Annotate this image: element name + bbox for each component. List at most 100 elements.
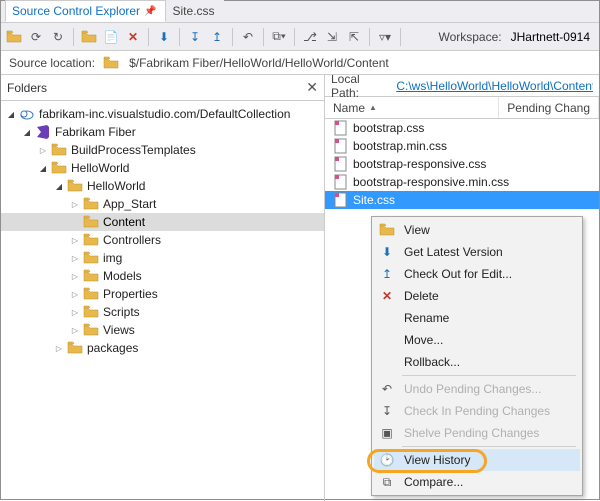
- separator: [263, 28, 264, 46]
- tree-appstart[interactable]: App_Start: [1, 195, 324, 213]
- css-file-icon: [333, 157, 349, 171]
- tree-bpt[interactable]: BuildProcessTemplates: [1, 141, 324, 159]
- column-pending[interactable]: Pending Chang: [499, 97, 599, 118]
- toolbar: ⟳ ↻ 📄 ✕ ⬇ ↧ ↥ ↶ ⧉▾ ⎇ ⇲ ⇱ ▿▾ Workspace: J…: [1, 23, 599, 51]
- tree-models[interactable]: Models: [1, 267, 324, 285]
- tree-controllers[interactable]: Controllers: [1, 231, 324, 249]
- ctx-checkout[interactable]: ↥Check Out for Edit...: [374, 263, 580, 285]
- compare-icon[interactable]: ⧉▾: [270, 28, 288, 46]
- tree-helloworld[interactable]: HelloWorld: [1, 159, 324, 177]
- separator: [400, 28, 401, 46]
- blank-icon: [378, 354, 396, 370]
- ctx-shelve: ▣Shelve Pending Changes: [374, 422, 580, 444]
- nav-folder-icon[interactable]: [5, 28, 23, 46]
- tree-helloworld-inner[interactable]: HelloWorld: [1, 177, 324, 195]
- ctx-compare[interactable]: ⧉Compare...: [374, 471, 580, 493]
- checkin-icon[interactable]: ↧: [186, 28, 204, 46]
- folder-icon: [51, 143, 67, 157]
- column-name[interactable]: Name▲: [325, 97, 499, 118]
- css-file-icon: [333, 121, 349, 135]
- css-file-icon: [333, 175, 349, 189]
- checkout-icon[interactable]: ↥: [208, 28, 226, 46]
- shelve-icon: ▣: [378, 425, 396, 441]
- separator: [402, 446, 576, 447]
- folder-icon: [103, 56, 119, 70]
- add-file-icon[interactable]: 📄: [102, 28, 120, 46]
- history-icon: 🕑: [378, 452, 396, 468]
- add-folder-icon[interactable]: [80, 28, 98, 46]
- file-row-selected[interactable]: Site.css: [325, 191, 599, 209]
- context-menu: View ⬇Get Latest Version ↥Check Out for …: [371, 216, 583, 496]
- blank-icon: [378, 332, 396, 348]
- filter-icon[interactable]: ▿▾: [376, 28, 394, 46]
- source-location-label: Source location:: [9, 56, 95, 70]
- local-path-bar: Local Path: C:\ws\HelloWorld\HelloWorld\…: [325, 75, 599, 97]
- folders-header: Folders ✕: [1, 75, 324, 101]
- workspace-dropdown[interactable]: JHartnett-0914: [506, 27, 595, 47]
- folders-title: Folders: [7, 81, 47, 95]
- file-row[interactable]: bootstrap.min.css: [325, 137, 599, 155]
- tab-bar: Source Control Explorer 📌 Site.css: [1, 1, 599, 23]
- ctx-delete[interactable]: ✕Delete: [374, 285, 580, 307]
- file-columns: Name▲ Pending Chang: [325, 97, 599, 119]
- sort-asc-icon: ▲: [369, 103, 377, 112]
- tree-views[interactable]: Views: [1, 321, 324, 339]
- folder-icon: [83, 251, 99, 265]
- sync-icon[interactable]: ⟳: [27, 28, 45, 46]
- compare-icon: ⧉: [378, 474, 396, 490]
- tree-packages[interactable]: packages: [1, 339, 324, 357]
- folder-icon: [51, 161, 67, 175]
- file-row[interactable]: bootstrap-responsive.min.css: [325, 173, 599, 191]
- tree-scripts[interactable]: Scripts: [1, 303, 324, 321]
- ctx-rollback[interactable]: Rollback...: [374, 351, 580, 373]
- close-icon[interactable]: ✕: [306, 79, 318, 96]
- pin-icon[interactable]: 📌: [144, 6, 156, 17]
- separator: [73, 28, 74, 46]
- tree-properties[interactable]: Properties: [1, 285, 324, 303]
- undo-icon[interactable]: ↶: [239, 28, 257, 46]
- css-file-icon: [333, 193, 349, 207]
- source-location-path[interactable]: $/Fabrikam Fiber/HelloWorld/HelloWorld/C…: [129, 56, 389, 70]
- tree-root[interactable]: fabrikam-inc.visualstudio.com/DefaultCol…: [1, 105, 324, 123]
- ctx-get-latest[interactable]: ⬇Get Latest Version: [374, 241, 580, 263]
- ctx-view-history[interactable]: 🕑View History: [374, 449, 580, 471]
- folder-icon: [83, 287, 99, 301]
- vs-icon: [35, 125, 51, 139]
- file-row[interactable]: bootstrap-responsive.css: [325, 155, 599, 173]
- checkin-icon: ↧: [378, 403, 396, 419]
- folder-icon: [83, 305, 99, 319]
- folders-pane: Folders ✕ fabrikam-inc.visualstudio.com/…: [1, 75, 325, 501]
- folder-icon: [83, 233, 99, 247]
- separator: [369, 28, 370, 46]
- folder-icon: [83, 269, 99, 283]
- ctx-checkin: ↧Check In Pending Changes: [374, 400, 580, 422]
- tab-site-css[interactable]: Site.css: [166, 0, 224, 22]
- tree-content[interactable]: Content: [1, 213, 324, 231]
- folder-icon: [83, 215, 99, 229]
- get-latest-icon[interactable]: ⬇: [155, 28, 173, 46]
- branch-icon[interactable]: ⎇: [301, 28, 319, 46]
- merge-icon[interactable]: ⇲: [323, 28, 341, 46]
- label-icon[interactable]: ⇱: [345, 28, 363, 46]
- workspace-label: Workspace:: [438, 30, 501, 44]
- tab-source-control-explorer[interactable]: Source Control Explorer 📌: [5, 0, 166, 22]
- folder-icon: [83, 197, 99, 211]
- separator: [294, 28, 295, 46]
- ctx-move[interactable]: Move...: [374, 329, 580, 351]
- folder-tree: fabrikam-inc.visualstudio.com/DefaultCol…: [1, 101, 324, 501]
- local-path-link[interactable]: C:\ws\HelloWorld\HelloWorld\Content: [396, 79, 593, 93]
- undo-icon: ↶: [378, 381, 396, 397]
- ctx-undo: ↶Undo Pending Changes...: [374, 378, 580, 400]
- separator: [402, 375, 576, 376]
- refresh-icon[interactable]: ↻: [49, 28, 67, 46]
- folder-icon: [67, 179, 83, 193]
- cloud-icon: [19, 107, 35, 121]
- tree-img[interactable]: img: [1, 249, 324, 267]
- folder-icon: [83, 323, 99, 337]
- ctx-rename[interactable]: Rename: [374, 307, 580, 329]
- ctx-view[interactable]: View: [374, 219, 580, 241]
- file-row[interactable]: bootstrap.css: [325, 119, 599, 137]
- tree-project[interactable]: Fabrikam Fiber: [1, 123, 324, 141]
- blank-icon: [378, 310, 396, 326]
- delete-icon[interactable]: ✕: [124, 28, 142, 46]
